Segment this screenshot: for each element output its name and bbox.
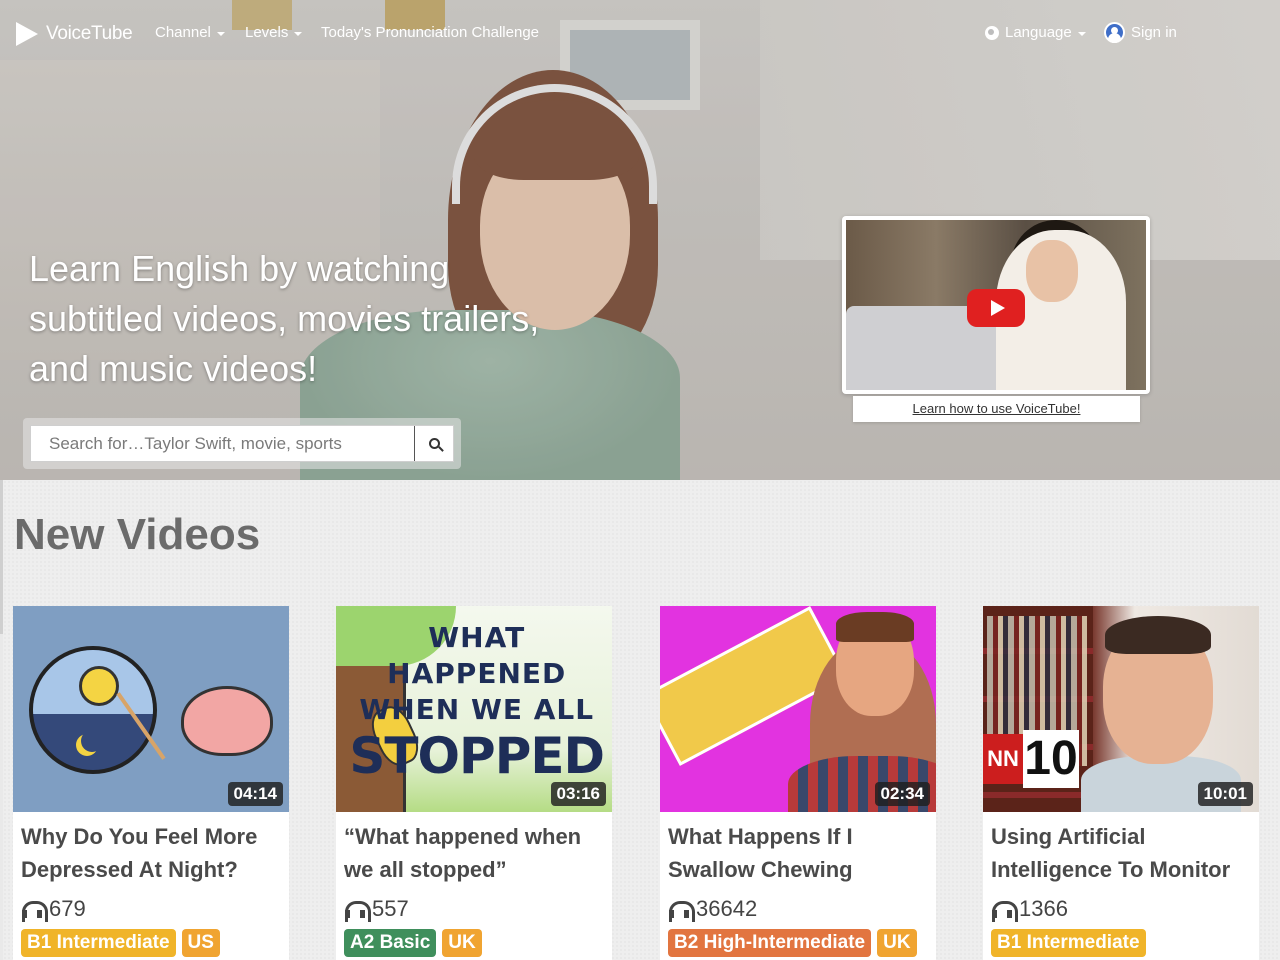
thumb-text-line: WHAT bbox=[428, 621, 526, 654]
globe-icon bbox=[985, 25, 999, 40]
thumb-day-night-clock bbox=[29, 646, 157, 774]
search-button[interactable] bbox=[414, 426, 453, 461]
thumb-person-hair bbox=[1105, 616, 1211, 654]
video-thumbnail[interactable]: WHAT HAPPENED WHEN WE ALL STOPPED 03:16 bbox=[336, 606, 612, 812]
logo-text: VoiceTube bbox=[46, 23, 133, 44]
video-thumbnail[interactable]: 02:34 bbox=[660, 606, 936, 812]
view-count-value: 557 bbox=[372, 896, 409, 921]
thumb-title-text: WHAT HAPPENED WHEN WE ALL STOPPED bbox=[349, 620, 605, 785]
search-bar bbox=[23, 418, 461, 469]
user-icon bbox=[1104, 22, 1125, 43]
video-card[interactable]: 04:14 Why Do You Feel More Depressed At … bbox=[13, 606, 289, 960]
view-count-value: 1366 bbox=[1019, 896, 1068, 921]
brain-icon bbox=[181, 686, 273, 756]
view-count-value: 36642 bbox=[696, 896, 758, 921]
search-icon bbox=[428, 438, 440, 449]
video-title[interactable]: Why Do You Feel More Depressed At Night? bbox=[21, 820, 283, 886]
voicetube-logo-icon bbox=[14, 20, 40, 48]
view-count: 36642 bbox=[668, 896, 757, 922]
tutorial-video[interactable] bbox=[842, 216, 1150, 394]
level-badge[interactable]: B1 Intermediate bbox=[991, 929, 1146, 957]
headphones-icon bbox=[21, 900, 48, 922]
view-count: 557 bbox=[344, 896, 409, 922]
nav-language-label: Language bbox=[1005, 24, 1072, 41]
headphones-icon bbox=[991, 900, 1018, 922]
search-box bbox=[30, 425, 454, 462]
video-thumbnail[interactable]: 04:14 bbox=[13, 606, 289, 812]
view-count: 679 bbox=[21, 896, 86, 922]
nav-levels-label: Levels bbox=[245, 24, 289, 41]
thumb-person-face bbox=[1026, 240, 1078, 302]
cnn10-number: 10 bbox=[1023, 730, 1079, 788]
video-tags: A2 Basic UK bbox=[344, 929, 482, 957]
headphones-icon bbox=[668, 900, 695, 922]
nav-channel-label: Channel bbox=[155, 24, 211, 41]
video-duration: 02:34 bbox=[874, 782, 930, 806]
video-duration: 10:01 bbox=[1197, 782, 1253, 806]
nav-signin-label: Sign in bbox=[1131, 24, 1177, 41]
video-card[interactable]: NN 10 10:01 Using Artificial Intelligenc… bbox=[983, 606, 1259, 960]
video-tags: B1 Intermediate bbox=[991, 929, 1146, 957]
video-duration: 03:16 bbox=[550, 782, 606, 806]
nav-levels-dropdown[interactable]: Levels bbox=[245, 24, 303, 41]
top-navbar: VoiceTube Channel Levels Today's Pronunc… bbox=[0, 0, 1280, 68]
thumb-person-hair bbox=[836, 612, 914, 642]
nav-language-dropdown[interactable]: Language bbox=[985, 24, 1086, 41]
video-title[interactable]: What Happens If I Swallow Chewing bbox=[668, 820, 930, 886]
thumb-text-line: HAPPENED bbox=[387, 657, 567, 690]
nav-signin[interactable]: Sign in bbox=[1104, 22, 1177, 43]
nav-pronunciation-challenge[interactable]: Today's Pronunciation Challenge bbox=[321, 24, 539, 41]
caret-down-icon bbox=[294, 31, 303, 36]
moon-icon bbox=[81, 730, 103, 752]
hero-tagline: Learn English by watching subtitled vide… bbox=[29, 248, 540, 389]
caret-down-icon bbox=[1077, 31, 1086, 36]
level-badge[interactable]: B2 High-Intermediate bbox=[668, 929, 872, 957]
video-thumbnail[interactable]: NN 10 10:01 bbox=[983, 606, 1259, 812]
accent-badge[interactable]: US bbox=[181, 929, 220, 957]
cnn-logo: NN bbox=[983, 734, 1023, 784]
view-count-value: 679 bbox=[49, 896, 86, 921]
video-title[interactable]: Using Artificial Intelligence To Monitor bbox=[991, 820, 1253, 886]
nav-channel-dropdown[interactable]: Channel bbox=[155, 24, 225, 41]
sun-icon bbox=[79, 666, 119, 706]
tutorial-video-thumbnail bbox=[846, 220, 1146, 390]
search-input[interactable] bbox=[31, 426, 415, 461]
level-badge[interactable]: B1 Intermediate bbox=[21, 929, 176, 957]
video-title[interactable]: “What happened when we all stopped” bbox=[344, 820, 606, 886]
level-badge[interactable]: A2 Basic bbox=[344, 929, 437, 957]
headphones-icon bbox=[344, 900, 371, 922]
accent-badge[interactable]: UK bbox=[442, 929, 482, 957]
video-duration: 04:14 bbox=[227, 782, 283, 806]
thumb-text-line: STOPPED bbox=[349, 727, 605, 785]
thumb-text-line: WHEN WE ALL bbox=[359, 693, 595, 726]
nav-challenge-label: Today's Pronunciation Challenge bbox=[321, 24, 540, 41]
play-icon[interactable] bbox=[967, 289, 1025, 327]
accent-badge[interactable]: UK bbox=[877, 929, 917, 957]
logo[interactable]: VoiceTube bbox=[14, 20, 133, 48]
video-card[interactable]: WHAT HAPPENED WHEN WE ALL STOPPED 03:16 … bbox=[336, 606, 612, 960]
tutorial-link[interactable]: Learn how to use VoiceTube! bbox=[853, 396, 1140, 422]
view-count: 1366 bbox=[991, 896, 1068, 922]
caret-down-icon bbox=[216, 31, 225, 36]
video-tags: B2 High-Intermediate UK bbox=[668, 929, 917, 957]
video-tags: B1 Intermediate US bbox=[21, 929, 220, 957]
video-card[interactable]: 02:34 What Happens If I Swallow Chewing … bbox=[660, 606, 936, 960]
section-title: New Videos bbox=[14, 510, 261, 559]
